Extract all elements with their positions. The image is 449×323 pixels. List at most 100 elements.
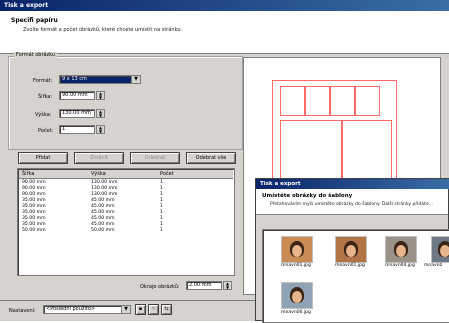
spin-down-icon[interactable]: ▼ (224, 285, 231, 290)
spin-down-icon[interactable]: ▼ (97, 95, 104, 100)
cell: 1 (160, 222, 163, 227)
cell: 45.00 mm (91, 222, 115, 227)
format-select[interactable]: 9 x 13 cm ▼ (59, 75, 141, 84)
preview-slot[interactable] (280, 86, 305, 116)
thumbnail-caption: mnavn01.jpg (281, 263, 311, 268)
cell: 90.00 mm (22, 180, 46, 185)
spacing-field[interactable]: 2.00 mm (186, 281, 222, 290)
height-field[interactable]: 130.00 mm (59, 109, 95, 118)
column-header-width[interactable]: Šířka (22, 171, 35, 177)
width-spinner[interactable]: ▲ ▼ (96, 91, 105, 100)
cell: 130.00 mm (91, 192, 118, 197)
spin-down-icon[interactable]: ▼ (97, 113, 104, 118)
title-bar: Tisk a export (0, 0, 449, 11)
list-header: Šířka Výška Počet (19, 170, 233, 179)
format-group (8, 56, 243, 150)
thumbnail-panel: mnavn01.jpg mnavn01.jpg mnavn04.jpg mnav… (262, 229, 449, 323)
height-label: Výška: (35, 112, 52, 118)
thumbnail-caption: mnavn04.jpg (385, 263, 415, 268)
save-settings-button[interactable]: ▪ (135, 304, 146, 315)
table-row[interactable]: 90.00 mm 130.00 mm 1 (19, 186, 233, 191)
cell: 45.00 mm (91, 210, 115, 215)
placement-header-subtitle: Přetahováním myši umístěte obrázky do ša… (270, 202, 434, 207)
cell: 130.00 mm (91, 186, 118, 191)
cell: 90.00 mm (22, 192, 46, 197)
placement-dialog: Tisk a export Umístěte obrázky do šablon… (255, 178, 449, 323)
cell: 35.00 mm (22, 210, 46, 215)
count-spinner[interactable]: ▲ ▼ (96, 125, 105, 134)
cell: 35.00 mm (22, 216, 46, 221)
photo-face (292, 245, 302, 257)
cell: 45.00 mm (91, 198, 115, 203)
placement-title-bar: Tisk a export (256, 179, 449, 189)
preview-slot[interactable] (330, 86, 355, 116)
preview-slot[interactable] (355, 86, 380, 116)
thumbnail-caption: mnavn06.jpg (281, 310, 311, 315)
photo-face (346, 245, 356, 257)
table-row[interactable]: 35.00 mm 45.00 mm 1 (19, 204, 233, 209)
format-group-legend: Formát obrázku (14, 52, 58, 58)
photo-face (292, 291, 302, 303)
table-row[interactable]: 90.00 mm 130.00 mm 1 (19, 192, 233, 197)
height-spinner[interactable]: ▲ ▼ (96, 109, 105, 118)
thumbnail[interactable] (281, 282, 313, 309)
format-select-value: 9 x 13 cm (62, 76, 87, 82)
header-title: Specifi papíru (11, 17, 58, 24)
photo-face (440, 245, 449, 257)
delete-all-button[interactable]: Odebrat vše (186, 152, 236, 164)
cell: 1 (160, 186, 163, 191)
table-row[interactable]: 35.00 mm 45.00 mm 1 (19, 222, 233, 227)
column-header-height[interactable]: Výška (91, 171, 106, 177)
cell: 1 (160, 216, 163, 221)
thumbnail[interactable] (281, 236, 313, 263)
count-label: Počet: (38, 128, 54, 134)
format-list[interactable]: Šířka Výška Počet 90.00 mm 130.00 mm 1 90.… (17, 168, 235, 276)
import-settings-button[interactable]: ⇆ (161, 304, 172, 315)
thumbnail-caption: mnavn0 (424, 263, 443, 268)
format-label: Formát: (33, 78, 53, 84)
cell: 35.00 mm (22, 204, 46, 209)
cell: 35.00 mm (22, 222, 46, 227)
chevron-down-icon[interactable]: ▼ (121, 306, 130, 313)
cell: 50.00 mm (22, 228, 46, 233)
settings-select-value: <Poslední použito> (46, 306, 96, 312)
delete-settings-button[interactable]: ✕ (148, 304, 159, 315)
cell: 1 (160, 180, 163, 185)
header-subtitle: Zvolte formát a počet obrázků, které chc… (23, 27, 183, 33)
table-row[interactable]: 35.00 mm 45.00 mm 1 (19, 198, 233, 203)
thumbnail-caption: mnavn01.jpg (335, 263, 365, 268)
change-button[interactable]: Změnit (74, 152, 124, 164)
spin-down-icon[interactable]: ▼ (97, 129, 104, 134)
cell: 45.00 mm (91, 204, 115, 209)
table-row[interactable]: 50.00 mm 50.00 mm 1 (19, 228, 233, 233)
delete-button[interactable]: Odebrat (130, 152, 180, 164)
column-header-count[interactable]: Počet (160, 171, 174, 177)
close-icon: ✕ (151, 306, 156, 312)
settings-select[interactable]: <Poslední použito> ▼ (43, 305, 131, 314)
chevron-down-icon[interactable]: ▼ (131, 76, 140, 83)
cell: 1 (160, 210, 163, 215)
table-row[interactable]: 35.00 mm 45.00 mm 1 (19, 216, 233, 221)
width-field[interactable]: 90.00 mm (59, 91, 95, 100)
preview-slot[interactable] (305, 86, 330, 116)
cell: 45.00 mm (91, 216, 115, 221)
cell: 1 (160, 228, 163, 233)
count-field[interactable]: 1 (59, 125, 95, 134)
cell: 35.00 mm (22, 198, 46, 203)
thumbnail[interactable] (335, 236, 367, 263)
cell: 1 (160, 204, 163, 209)
photo-face (396, 245, 406, 257)
width-label: Šířka: (38, 94, 53, 100)
table-row[interactable]: 35.00 mm 45.00 mm 1 (19, 210, 233, 215)
cell: 1 (160, 198, 163, 203)
cell: 90.00 mm (22, 186, 46, 191)
table-row[interactable]: 90.00 mm 130.00 mm 1 (19, 180, 233, 185)
placement-header: Umístěte obrázky do šablony Přetahováním… (256, 189, 448, 215)
placement-header-title: Umístěte obrázky do šablony (262, 193, 353, 199)
add-button[interactable]: Přidat (18, 152, 68, 164)
spacing-spinner[interactable]: ▲ ▼ (223, 281, 232, 290)
cell: 1 (160, 192, 163, 197)
thumbnail[interactable] (385, 236, 417, 263)
thumbnail[interactable] (431, 236, 449, 263)
cell: 50.00 mm (91, 228, 115, 233)
